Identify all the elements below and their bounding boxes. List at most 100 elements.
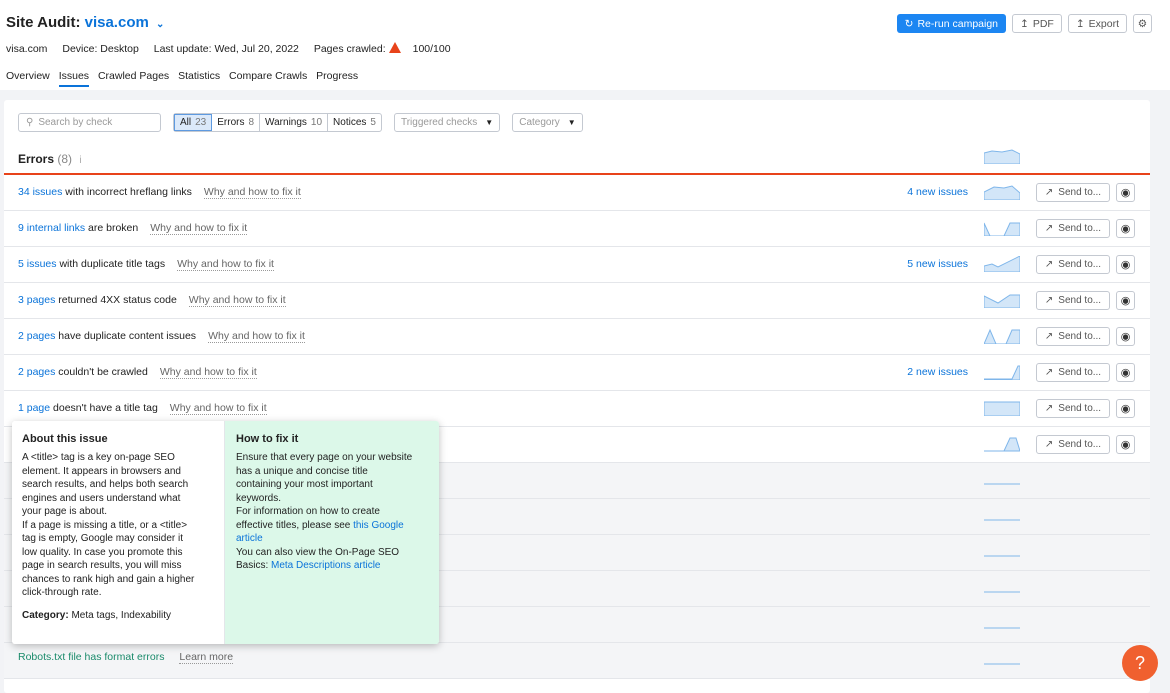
export-button[interactable]: ↥ Export [1067, 14, 1127, 33]
tab-overview[interactable]: Overview [6, 70, 50, 85]
why-fix-link[interactable]: Why and how to fix it [150, 222, 248, 235]
filter-notices-count: 5 [370, 117, 376, 128]
chevron-down-icon: ▼ [485, 118, 494, 127]
send-label: Send to... [1058, 259, 1102, 270]
filter-all-label: All [180, 117, 192, 128]
pdf-button[interactable]: ↥ PDF [1012, 14, 1062, 33]
send-to-button[interactable]: ↗ Send to... [1036, 291, 1110, 310]
help-button[interactable]: ? [1122, 645, 1158, 681]
triggered-checks-dropdown[interactable]: Triggered checks ▼ [393, 113, 501, 132]
share-icon: ↗ [1044, 403, 1054, 414]
why-fix-link[interactable]: Why and how to fix it [188, 294, 286, 307]
new-issues-link[interactable]: 5 new issues [907, 258, 968, 270]
issue-link[interactable]: 5 issues [18, 258, 57, 270]
share-icon: ↗ [1044, 187, 1054, 198]
why-fix-link[interactable]: Why and how to fix it [208, 330, 305, 343]
filter-warnings[interactable]: Warnings 10 [260, 114, 329, 131]
eye-icon[interactable]: ◉ [1116, 435, 1135, 454]
category-dropdown[interactable]: Category ▼ [512, 113, 583, 132]
page-header: Site Audit: visa.com ⌄ visa.com Device: … [0, 0, 1170, 90]
filter-errors[interactable]: Errors 8 [212, 114, 261, 131]
eye-icon[interactable]: ◉ [1116, 219, 1135, 238]
tab-statistics[interactable]: Statistics [178, 70, 220, 85]
issue-link[interactable]: 2 pages [18, 366, 55, 378]
issue-trend-sparkline [984, 401, 1020, 416]
issue-tooltip: About this issue A <title> tag is a key … [12, 421, 439, 644]
filter-all[interactable]: All 23 [174, 114, 213, 131]
send-label: Send to... [1058, 295, 1102, 306]
share-icon: ↗ [1044, 331, 1054, 342]
new-issues-link[interactable]: 2 new issues [907, 366, 968, 378]
pdf-label: PDF [1032, 17, 1054, 30]
tab-issues[interactable]: Issues [58, 70, 90, 87]
issue-row: 5 issues with duplicate title tags Why an… [4, 247, 1150, 283]
issue-text: with incorrect hreflang links [62, 186, 192, 198]
eye-icon[interactable]: ◉ [1116, 399, 1135, 418]
audit-meta: visa.com Device: Desktop Last update: We… [6, 41, 475, 55]
issue-link[interactable]: 3 pages [18, 294, 55, 306]
robots-issue: Robots.txt file has format errors Learn … [18, 651, 234, 664]
tab-crawled-pages[interactable]: Crawled Pages [98, 70, 169, 85]
eye-icon[interactable]: ◉ [1116, 183, 1135, 202]
eye-icon[interactable]: ◉ [1116, 363, 1135, 382]
send-to-button[interactable]: ↗ Send to... [1036, 219, 1110, 238]
header-actions: ↻ Re-run campaign ↥ PDF ↥ Export ⚙ [896, 14, 1152, 33]
fix-title: How to fix it [236, 433, 299, 445]
issue-text: have duplicate content issues [55, 330, 197, 342]
send-label: Send to... [1058, 403, 1102, 414]
send-to-button[interactable]: ↗ Send to... [1036, 363, 1110, 382]
issue-link[interactable]: 34 issues [18, 186, 62, 198]
errors-count: (8) [57, 152, 73, 166]
export-label: Export [1088, 17, 1119, 30]
send-label: Send to... [1058, 187, 1102, 198]
send-to-button[interactable]: ↗ Send to... [1036, 327, 1110, 346]
robots-text[interactable]: Robots.txt file has format errors [18, 651, 164, 663]
send-label: Send to... [1058, 223, 1102, 234]
errors-label: Errors [18, 152, 55, 166]
warning-icon [388, 42, 401, 53]
category-label: Category: [22, 609, 69, 621]
send-to-button[interactable]: ↗ Send to... [1036, 435, 1110, 454]
rerun-campaign-button[interactable]: ↻ Re-run campaign [896, 14, 1007, 33]
send-to-button[interactable]: ↗ Send to... [1036, 183, 1110, 202]
why-fix-link[interactable]: Why and how to fix it [159, 366, 257, 379]
filter-errors-count: 8 [248, 117, 255, 128]
send-to-button[interactable]: ↗ Send to... [1036, 399, 1110, 418]
issue-description: 3 pages returned 4XX status code Why and … [18, 294, 286, 307]
new-issues-link[interactable]: 4 new issues [907, 186, 968, 198]
issue-link[interactable]: 9 internal links [18, 222, 85, 234]
why-fix-link[interactable]: Why and how to fix it [177, 258, 274, 271]
eye-icon[interactable]: ◉ [1116, 255, 1135, 274]
chevron-down-icon: ▼ [567, 118, 576, 127]
send-label: Send to... [1058, 367, 1102, 378]
tab-progress[interactable]: Progress [316, 70, 358, 85]
issue-category: Category: Meta tags, Indexability [22, 610, 214, 621]
tab-compare-crawls[interactable]: Compare Crawls [229, 70, 307, 85]
refresh-icon: ↻ [904, 17, 914, 30]
filter-warnings-count: 10 [310, 117, 323, 128]
issue-trend-sparkline [984, 222, 1020, 236]
issue-trend-sparkline [984, 555, 1020, 557]
filter-warnings-label: Warnings [265, 117, 307, 128]
project-domain-selector[interactable]: visa.com [85, 14, 149, 31]
category-label: Category [519, 117, 560, 128]
eye-icon[interactable]: ◉ [1116, 291, 1135, 310]
why-fix-link[interactable]: Why and how to fix it [169, 402, 267, 415]
pages-crawled: Pages crawled: 100/100 [314, 42, 463, 55]
issue-link[interactable]: 1 page [18, 402, 50, 414]
tab-bar: Overview Issues Crawled Pages Statistics… [6, 70, 364, 87]
issue-link[interactable]: 2 pages [18, 330, 55, 342]
filter-bar: ⚲ Search by check All 23 Errors 8 Warnings… [18, 113, 583, 132]
why-fix-link[interactable]: Why and how to fix it [203, 186, 301, 199]
meta-descriptions-link[interactable]: Meta Descriptions article [271, 560, 380, 571]
upload-icon: ↥ [1075, 17, 1085, 30]
category-value: Meta tags, Indexability [71, 609, 171, 621]
learn-more-link[interactable]: Learn more [179, 651, 234, 664]
send-to-button[interactable]: ↗ Send to... [1036, 255, 1110, 274]
chevron-down-icon[interactable]: ⌄ [156, 19, 164, 30]
info-icon[interactable]: i [79, 155, 81, 166]
settings-button[interactable]: ⚙ [1133, 14, 1152, 33]
filter-notices[interactable]: Notices 5 [328, 114, 381, 131]
search-input[interactable]: ⚲ Search by check [18, 113, 161, 132]
eye-icon[interactable]: ◉ [1116, 327, 1135, 346]
